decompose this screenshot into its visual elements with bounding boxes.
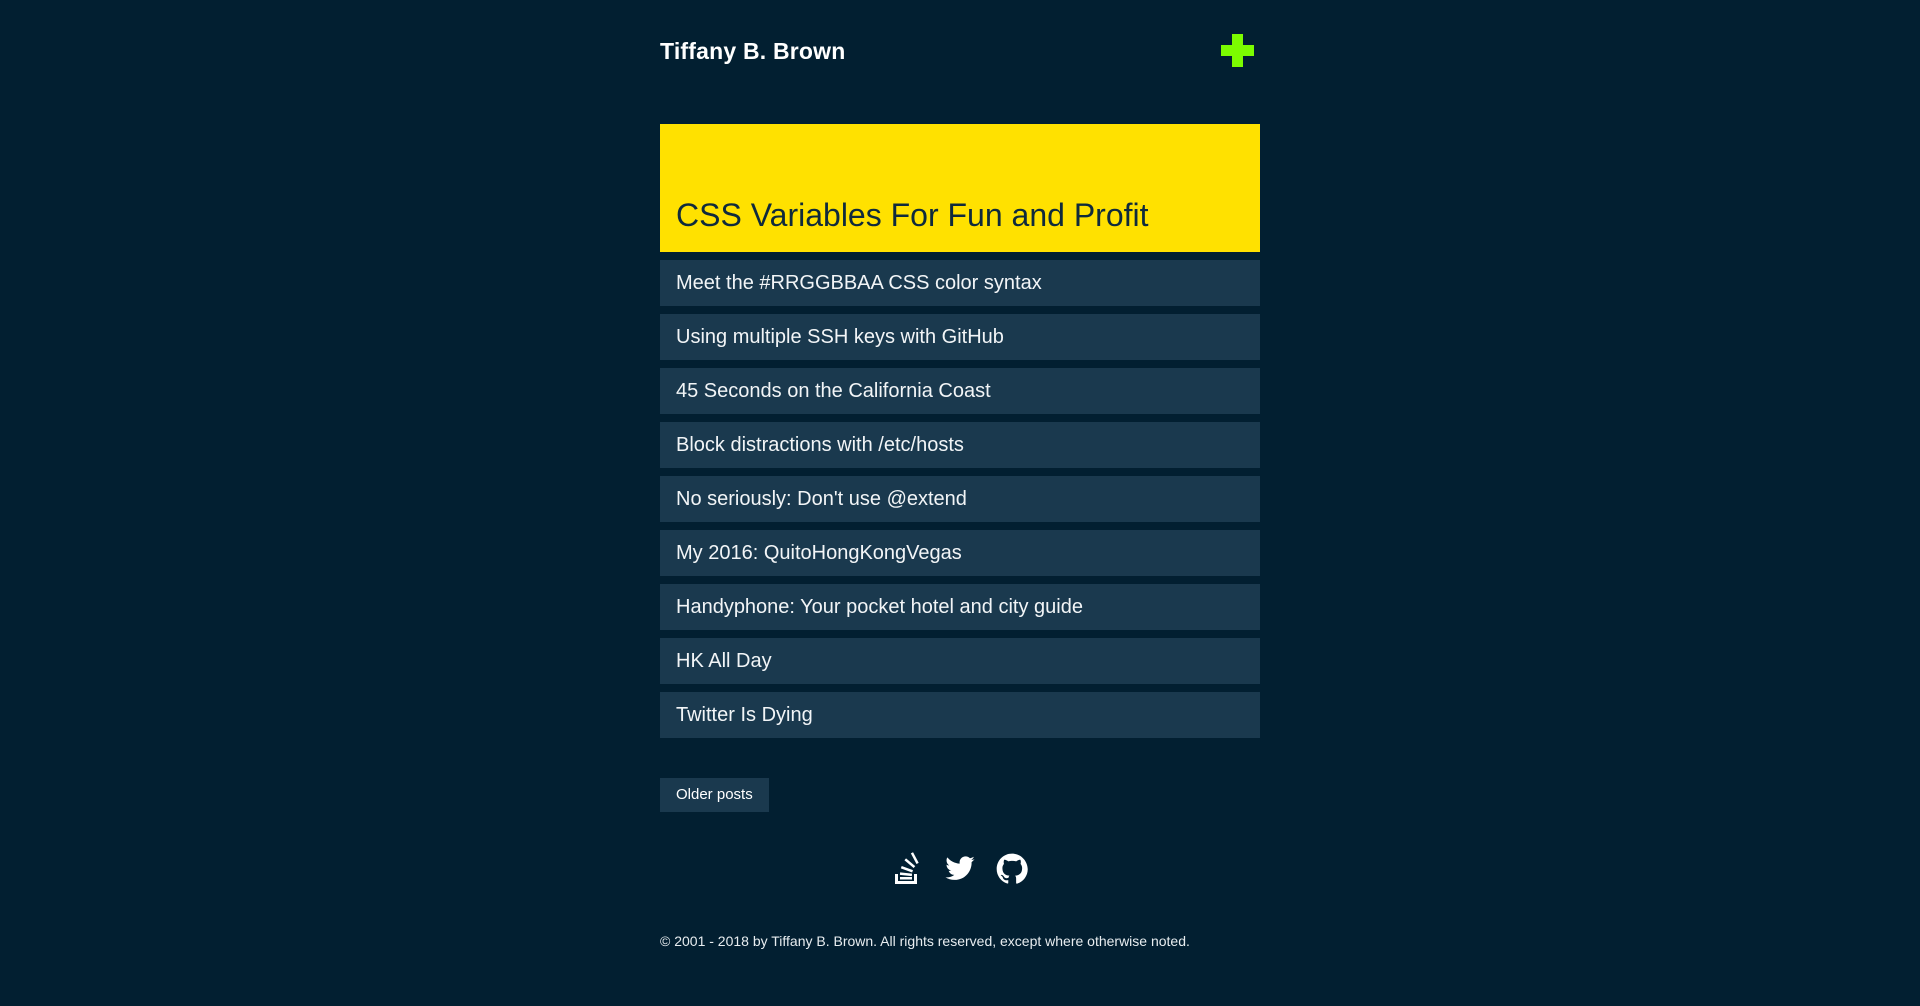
twitter-icon xyxy=(945,856,975,880)
copyright-text: © 2001 - 2018 by Tiffany B. Brown. All r… xyxy=(660,933,1190,949)
github-link[interactable] xyxy=(996,852,1028,886)
post-link[interactable]: My 2016: QuitoHongKongVegas xyxy=(660,530,1260,576)
twitter-link[interactable] xyxy=(944,852,976,886)
post-link[interactable]: Block distractions with /etc/hosts xyxy=(660,422,1260,468)
social-links xyxy=(660,852,1260,886)
post-link[interactable]: Handyphone: Your pocket hotel and city g… xyxy=(660,584,1260,630)
menu-toggle-button[interactable] xyxy=(1221,34,1254,67)
site-title-link[interactable]: Tiffany B. Brown xyxy=(660,37,846,65)
older-posts-button[interactable]: Older posts xyxy=(660,778,769,812)
post-link[interactable]: No seriously: Don't use @extend xyxy=(660,476,1260,522)
page-container: Tiffany B. Brown CSS Variables For Fun a… xyxy=(660,0,1260,950)
stackoverflow-link[interactable] xyxy=(892,852,924,886)
post-list: Meet the #RRGGBBAA CSS color syntax Usin… xyxy=(660,260,1260,738)
featured-post[interactable]: CSS Variables For Fun and Profit xyxy=(660,124,1260,252)
post-link[interactable]: HK All Day xyxy=(660,638,1260,684)
post-link[interactable]: Using multiple SSH keys with GitHub xyxy=(660,314,1260,360)
stackoverflow-icon xyxy=(895,852,919,884)
post-link[interactable]: Meet the #RRGGBBAA CSS color syntax xyxy=(660,260,1260,306)
featured-post-title: CSS Variables For Fun and Profit xyxy=(676,197,1149,233)
github-icon xyxy=(996,853,1028,884)
post-link[interactable]: Twitter Is Dying xyxy=(660,692,1260,738)
post-link[interactable]: 45 Seconds on the California Coast xyxy=(660,368,1260,414)
site-header: Tiffany B. Brown xyxy=(660,0,1260,102)
